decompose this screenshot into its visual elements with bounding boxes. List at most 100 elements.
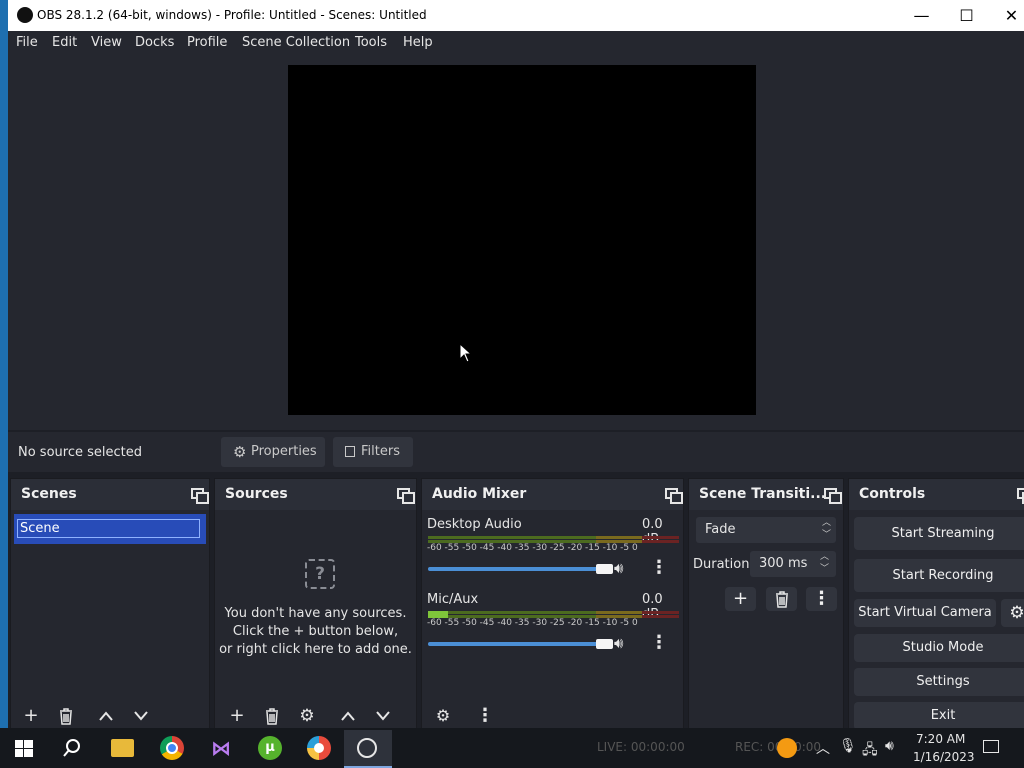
menu-file[interactable]: File bbox=[16, 35, 38, 50]
virtual-camera-config-button[interactable]: ⚙ bbox=[1001, 599, 1024, 627]
empty-line: You don't have any sources. bbox=[224, 606, 407, 621]
undock-icon[interactable] bbox=[665, 488, 683, 504]
filters-button[interactable]: Filters bbox=[333, 437, 413, 467]
browser-icon[interactable] bbox=[307, 736, 331, 760]
remove-source-button[interactable] bbox=[259, 704, 285, 728]
program-preview[interactable] bbox=[288, 65, 756, 415]
menu-docks[interactable]: Docks bbox=[135, 35, 174, 50]
volume-meter-red bbox=[642, 611, 679, 614]
add-source-button[interactable]: + bbox=[224, 704, 250, 728]
tray-expand-icon[interactable]: ︿ bbox=[816, 738, 830, 758]
scene-transitions-dock-header: Scene Transiti... bbox=[689, 479, 843, 510]
menu-view[interactable]: View bbox=[91, 35, 122, 50]
empty-line: or right click here to add one. bbox=[219, 642, 412, 657]
add-transition-button[interactable]: + bbox=[725, 587, 756, 611]
start-virtual-camera-label: Start Virtual Camera bbox=[858, 605, 992, 620]
move-source-down-button[interactable] bbox=[370, 704, 396, 728]
recording-indicator-icon bbox=[777, 738, 797, 758]
volume-slider-knob[interactable] bbox=[596, 564, 613, 574]
trash-icon bbox=[60, 708, 72, 725]
volume-meter-green bbox=[428, 611, 596, 614]
volume-meter-yellow bbox=[596, 611, 642, 614]
gear-icon: ⚙ bbox=[299, 706, 315, 726]
duration-spinbox[interactable]: 300 ms ︿ ﹀ bbox=[750, 551, 836, 577]
taskbar-time[interactable]: 7:20 AM bbox=[916, 732, 965, 746]
start-streaming-button[interactable]: Start Streaming bbox=[854, 517, 1024, 550]
channel-menu-icon[interactable]: ⋮ bbox=[650, 632, 668, 653]
undock-icon[interactable] bbox=[397, 488, 415, 504]
speaker-icon[interactable]: 🔊︎ bbox=[614, 559, 623, 577]
volume-icon[interactable]: 🔊︎ bbox=[885, 738, 894, 754]
volume-slider[interactable] bbox=[428, 567, 608, 571]
menu-scene-collection[interactable]: Scene Collection bbox=[242, 35, 350, 50]
advanced-audio-button[interactable]: ⚙ bbox=[430, 704, 456, 728]
chrome-icon[interactable] bbox=[160, 736, 184, 760]
menu-help[interactable]: Help bbox=[403, 35, 433, 50]
mouse-cursor-icon bbox=[459, 343, 473, 363]
studio-mode-button[interactable]: Studio Mode bbox=[854, 634, 1024, 662]
start-recording-button[interactable]: Start Recording bbox=[854, 559, 1024, 592]
menu-profile[interactable]: Profile bbox=[187, 35, 227, 50]
transition-menu-button[interactable]: ⋮ bbox=[806, 587, 837, 611]
volume-slider[interactable] bbox=[428, 642, 608, 646]
channel-menu-icon[interactable]: ⋮ bbox=[650, 557, 668, 578]
obs-taskbar-button[interactable] bbox=[344, 730, 392, 768]
speaker-icon[interactable]: 🔊︎ bbox=[614, 634, 623, 652]
notifications-icon[interactable] bbox=[983, 740, 999, 753]
close-button[interactable]: ✕ bbox=[989, 0, 1024, 31]
duration-value: 300 ms bbox=[759, 556, 808, 571]
network-icon[interactable]: 🖧︎ bbox=[862, 739, 878, 763]
utorrent-icon[interactable]: µ bbox=[258, 736, 282, 760]
trash-icon bbox=[775, 591, 788, 608]
menu-edit[interactable]: Edit bbox=[52, 35, 77, 50]
windows-start-icon[interactable] bbox=[15, 740, 33, 757]
scene-item-label: Scene bbox=[20, 521, 60, 536]
undock-icon[interactable] bbox=[824, 488, 842, 504]
exit-button[interactable]: Exit bbox=[854, 702, 1024, 730]
menu-tools[interactable]: Tools bbox=[355, 35, 387, 50]
volume-slider-knob[interactable] bbox=[596, 639, 613, 649]
title-bar: OBS 28.1.2 (64-bit, windows) - Profile: … bbox=[8, 0, 1024, 31]
sources-dock-header: Sources bbox=[215, 479, 416, 510]
undock-icon[interactable] bbox=[191, 488, 209, 504]
scene-transitions-title: Scene Transiti... bbox=[699, 486, 827, 502]
duration-label: Duration bbox=[693, 557, 750, 572]
file-explorer-icon[interactable] bbox=[111, 739, 134, 757]
settings-button[interactable]: Settings bbox=[854, 668, 1024, 696]
add-scene-button[interactable]: + bbox=[18, 704, 44, 728]
audio-mixer-dock-header: Audio Mixer bbox=[422, 479, 683, 510]
updown-arrows-icon: ︿ ﹀ bbox=[820, 552, 830, 574]
minimize-button[interactable]: — bbox=[899, 0, 944, 31]
undock-icon[interactable] bbox=[1017, 488, 1024, 504]
maximize-button[interactable]: ☐ bbox=[944, 0, 989, 31]
remove-scene-button[interactable] bbox=[53, 704, 79, 728]
properties-button[interactable]: ⚙ Properties bbox=[221, 437, 325, 467]
move-source-up-button[interactable] bbox=[335, 704, 361, 728]
microphone-icon[interactable]: 🎙︎ bbox=[839, 738, 857, 754]
sources-empty-message[interactable]: You don't have any sources. Click the + … bbox=[215, 605, 416, 659]
move-scene-down-button[interactable] bbox=[128, 704, 154, 728]
obs-icon bbox=[357, 738, 377, 758]
mixer-menu-button[interactable]: ⋮ bbox=[472, 704, 498, 728]
sources-title: Sources bbox=[225, 486, 288, 502]
source-properties-button[interactable]: ⚙ bbox=[294, 704, 320, 728]
volume-meter-green bbox=[428, 536, 596, 539]
controls-dock: Controls Start Streaming Start Recording… bbox=[848, 478, 1024, 730]
visual-studio-icon[interactable]: ⋈ bbox=[209, 737, 233, 759]
scene-list-item[interactable]: Scene bbox=[14, 514, 206, 544]
volume-meter-peak bbox=[428, 611, 448, 618]
gear-icon: ⚙ bbox=[435, 706, 451, 725]
remove-transition-button[interactable] bbox=[766, 587, 797, 611]
properties-label: Properties bbox=[251, 444, 317, 459]
search-icon[interactable] bbox=[62, 738, 82, 758]
transition-select[interactable]: Fade ︿ ﹀ bbox=[696, 517, 836, 543]
empty-line: Click the + button below, bbox=[232, 624, 399, 639]
taskbar-date[interactable]: 1/16/2023 bbox=[913, 750, 975, 764]
move-scene-up-button[interactable] bbox=[93, 704, 119, 728]
updown-arrows-icon: ︿ ﹀ bbox=[822, 518, 832, 540]
volume-meter-red bbox=[642, 536, 679, 539]
scene-transitions-dock: Scene Transiti... Fade ︿ ﹀ Duration 300 m… bbox=[688, 478, 844, 730]
chevron-down-icon bbox=[376, 711, 390, 721]
start-virtual-camera-button[interactable]: Start Virtual Camera bbox=[854, 599, 996, 627]
scenes-title: Scenes bbox=[21, 486, 77, 502]
